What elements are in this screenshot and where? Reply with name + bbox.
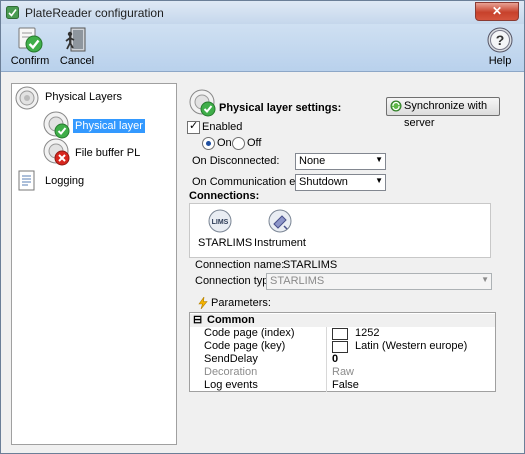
on-label: On	[217, 137, 232, 149]
navigation-tree: Physical Layers Physical layer File buff…	[11, 83, 177, 445]
collapse-icon[interactable]: ⊟	[193, 313, 202, 326]
on-disconnected-select[interactable]: None ▼	[295, 153, 386, 170]
property-value: 0	[332, 353, 339, 365]
connections-heading: Connections:	[189, 190, 260, 202]
property-name: Code page (index)	[204, 327, 295, 339]
close-button[interactable]: ✕	[475, 2, 519, 21]
property-name: Log events	[204, 379, 258, 391]
help-icon: ?	[487, 27, 513, 53]
tree-item-physical-layer[interactable]: Physical layer	[42, 111, 172, 139]
property-value: Raw	[332, 366, 355, 378]
confirm-button[interactable]: Confirm	[9, 26, 51, 69]
connections-panel: LIMS STARLIMS Instrument	[189, 203, 491, 258]
property-value: 1252	[355, 327, 380, 339]
tree-item-label: Physical layer	[73, 119, 145, 133]
app-icon	[6, 6, 19, 19]
help-button[interactable]: ? Help	[483, 26, 517, 69]
confirm-icon	[18, 27, 43, 53]
property-value: Latin (Western europe)	[355, 340, 468, 352]
layer-disabled-icon	[43, 138, 70, 166]
property-row[interactable]: Code page (key) Latin (Western europe)	[190, 340, 495, 353]
title-bar: PlateReader configuration ✕	[1, 1, 524, 24]
instrument-icon	[268, 209, 292, 233]
enabled-label: Enabled	[202, 121, 243, 133]
connection-name-value: STARLIMS	[283, 259, 338, 271]
tree-item-physical-layers[interactable]: Physical Layers	[14, 86, 164, 110]
confirm-label: Confirm	[10, 55, 50, 67]
value-swatch-icon	[332, 328, 348, 340]
exit-door-icon	[65, 27, 86, 52]
on-comm-error-select[interactable]: Shutdown ▼	[295, 174, 386, 191]
cancel-label: Cancel	[59, 55, 95, 67]
tree-item-file-buffer-pl[interactable]: File buffer PL	[42, 138, 172, 166]
tree-item-logging[interactable]: Logging	[14, 170, 164, 191]
lightning-icon	[198, 297, 208, 309]
enabled-checkbox[interactable]: ✓	[187, 120, 200, 134]
cancel-button[interactable]: Cancel	[59, 26, 95, 69]
main-body: Physical Layers Physical layer File buff…	[1, 72, 524, 453]
sync-label: Synchronize with server	[404, 100, 488, 129]
connection-name-label: Connection name:	[195, 259, 285, 271]
settings-heading: Physical layer settings:	[219, 102, 342, 114]
log-document-icon	[18, 170, 35, 191]
on-disconnected-value: None	[299, 155, 326, 167]
connection-type-value: STARLIMS	[270, 275, 325, 287]
window-title: PlateReader configuration	[25, 6, 164, 20]
tree-item-label: Logging	[45, 175, 85, 187]
synchronize-button[interactable]: Synchronize with server	[386, 97, 500, 129]
property-name: SendDelay	[204, 353, 258, 365]
on-disconnected-label: On Disconnected:	[192, 155, 280, 167]
off-label: Off	[247, 137, 262, 149]
connection-label: STARLIMS	[198, 237, 253, 249]
tree-item-label: File buffer PL	[75, 147, 141, 159]
parameters-grid: ⊟ Common Code page (index) 1252 Code pag…	[189, 312, 496, 392]
property-name: Decoration	[204, 366, 258, 378]
off-radio[interactable]	[232, 137, 245, 150]
value-swatch-icon	[332, 341, 348, 353]
toolbar: Confirm Cancel ? Help	[1, 24, 524, 72]
property-row[interactable]: SendDelay 0	[190, 353, 495, 366]
sync-icon	[390, 100, 402, 112]
property-row[interactable]: Decoration Raw	[190, 366, 495, 379]
property-row[interactable]: Code page (index) 1252	[190, 327, 495, 340]
dropdown-arrow-icon: ▼	[375, 176, 383, 185]
layer-enabled-icon	[189, 89, 216, 117]
connection-label: Instrument	[254, 237, 306, 249]
layers-icon	[15, 86, 39, 110]
dropdown-arrow-icon: ▼	[375, 155, 383, 164]
on-comm-error-value: Shutdown	[299, 176, 348, 188]
on-radio[interactable]	[202, 137, 215, 150]
svg-text:LIMS: LIMS	[212, 219, 229, 226]
lims-icon: LIMS	[208, 209, 232, 233]
connection-starlims[interactable]: LIMS STARLIMS	[198, 208, 253, 249]
settings-panel: Physical layer settings: Synchronize wit…	[184, 83, 514, 443]
property-name: Code page (key)	[204, 340, 286, 352]
app-window: PlateReader configuration ✕ Confirm Canc…	[0, 0, 525, 454]
parameters-label: Parameters:	[211, 297, 271, 309]
svg-text:?: ?	[496, 32, 505, 48]
property-value: False	[332, 379, 359, 391]
property-row[interactable]: Log events False	[190, 379, 495, 392]
dropdown-arrow-icon: ▼	[481, 275, 489, 284]
connection-type-select[interactable]: STARLIMS ▼	[266, 273, 492, 290]
tree-item-label: Physical Layers	[45, 91, 123, 103]
help-label: Help	[488, 55, 512, 67]
connection-instrument[interactable]: Instrument	[252, 208, 308, 249]
parameters-group-common[interactable]: ⊟ Common	[190, 314, 495, 327]
group-label: Common	[207, 314, 255, 326]
layer-enabled-icon	[43, 111, 70, 139]
